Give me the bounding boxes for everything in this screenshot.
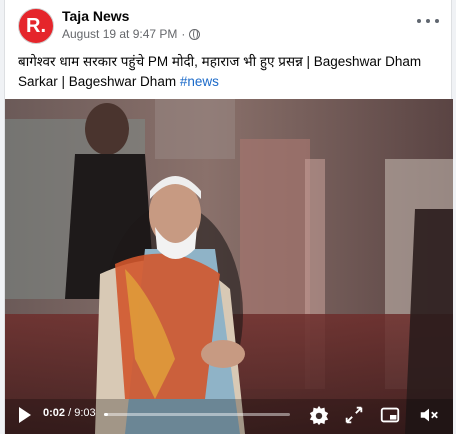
settings-icon[interactable] [308,404,330,426]
fullscreen-icon[interactable] [343,404,365,426]
progress-fill [104,413,108,416]
post-caption: बागेश्वर धाम सरकार पहुंचे PM मोदी, महारा… [18,52,446,92]
more-options-icon[interactable] [417,13,439,29]
caption-text: बागेश्वर धाम सरकार पहुंचे PM मोदी, महारा… [18,54,422,89]
picture-in-picture-icon[interactable] [379,404,401,426]
total-time: / 9:03 [68,407,96,419]
page-avatar[interactable]: R. [18,8,54,44]
video-time: 0:02 / 9:03 [43,407,96,419]
page-name-link[interactable]: Taja News [62,8,129,24]
video-player[interactable]: 0:02 / 9:03 [5,99,453,434]
current-time: 0:02 [43,407,66,419]
post-card: R. Taja News August 19 at 9:47 PM · बागे… [4,0,453,434]
volume-muted-icon[interactable] [418,404,440,426]
progress-bar[interactable] [104,413,290,416]
post-meta: August 19 at 9:47 PM · [62,27,201,41]
video-controls: 0:02 / 9:03 [5,398,453,434]
avatar-logo-text: R. [26,14,46,37]
post-timestamp[interactable]: August 19 at 9:47 PM [62,27,177,41]
video-frame [5,99,453,434]
play-icon[interactable] [19,407,31,423]
meta-separator: · [181,27,186,41]
hashtag-link[interactable]: #news [180,74,219,89]
globe-icon [189,28,201,40]
post-header: R. Taja News August 19 at 9:47 PM · [5,0,453,46]
